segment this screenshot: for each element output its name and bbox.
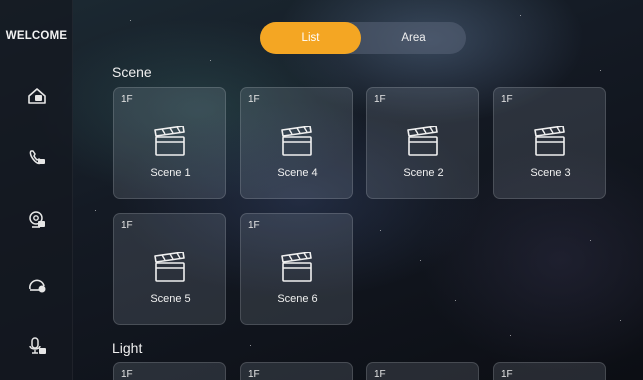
clapperboard-icon (280, 125, 314, 156)
welcome-label: WELCOME (5, 30, 68, 42)
clapperboard-icon (533, 125, 567, 156)
light-card[interactable]: 1F (240, 362, 353, 380)
scene-name: Scene 1 (150, 167, 191, 179)
light-card[interactable]: 1F (113, 362, 226, 380)
clock-icon (29, 279, 46, 293)
sidebar-item-camera[interactable] (27, 210, 47, 230)
sidebar-item-clock[interactable] (27, 274, 47, 294)
tab-list[interactable]: List (260, 22, 361, 54)
floor-label: 1F (501, 94, 513, 105)
scene-card[interactable]: 1F Scene 2 (366, 87, 479, 199)
scene-card[interactable]: 1F Scene 6 (240, 213, 353, 325)
phone-icon (29, 150, 45, 165)
sidebar: WELCOME (0, 0, 73, 380)
light-card[interactable]: 1F (366, 362, 479, 380)
scene-name: Scene 3 (530, 167, 571, 179)
scene-card[interactable]: 1F Scene 5 (113, 213, 226, 325)
scene-card[interactable]: 1F Scene 3 (493, 87, 606, 199)
scene-card[interactable]: 1F Scene 4 (240, 87, 353, 199)
sidebar-item-phone[interactable] (27, 148, 47, 168)
floor-label: 1F (121, 369, 133, 380)
scene-section-title: Scene (112, 64, 152, 80)
clapperboard-icon (153, 251, 187, 282)
view-toggle: List Area (260, 22, 466, 54)
clapperboard-icon (280, 251, 314, 282)
floor-label: 1F (501, 369, 513, 380)
scene-name: Scene 2 (403, 167, 444, 179)
microphone-icon (29, 337, 46, 354)
camera-icon (29, 211, 45, 228)
light-section-title: Light (112, 340, 143, 356)
tab-area[interactable]: Area (361, 22, 466, 54)
clapperboard-icon (406, 125, 440, 156)
sidebar-item-microphone[interactable] (27, 336, 47, 356)
floor-label: 1F (248, 94, 260, 105)
floor-label: 1F (121, 220, 133, 231)
clapperboard-icon (153, 125, 187, 156)
light-card[interactable]: 1F (493, 362, 606, 380)
floor-label: 1F (248, 220, 260, 231)
home-icon (28, 88, 46, 104)
scene-name: Scene 5 (150, 293, 191, 305)
floor-label: 1F (374, 369, 386, 380)
sidebar-item-home[interactable] (27, 86, 47, 106)
floor-label: 1F (374, 94, 386, 105)
scene-card[interactable]: 1F Scene 1 (113, 87, 226, 199)
floor-label: 1F (121, 94, 133, 105)
floor-label: 1F (248, 369, 260, 380)
scene-name: Scene 6 (277, 293, 318, 305)
scene-name: Scene 4 (277, 167, 318, 179)
